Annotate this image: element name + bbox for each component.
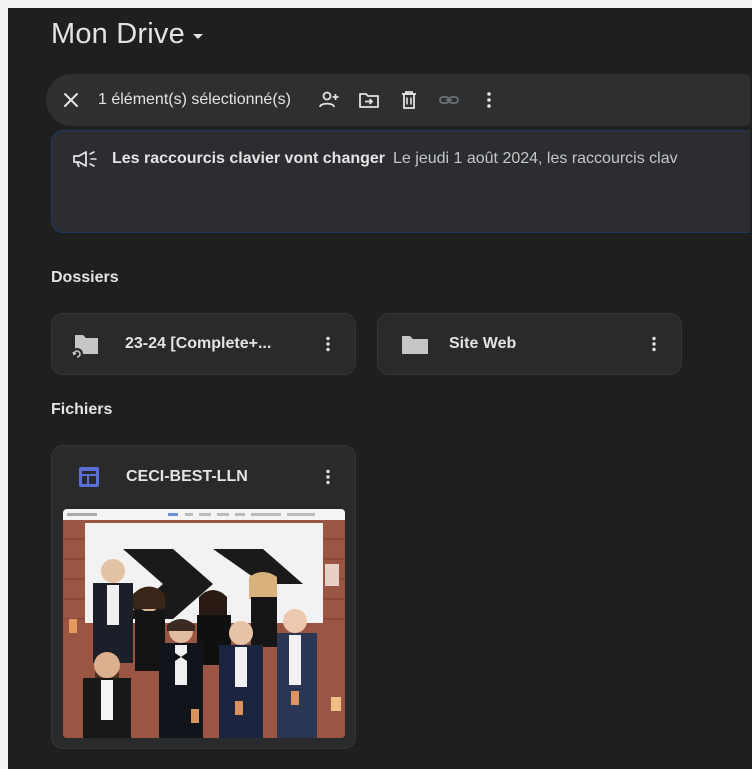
file-more-button[interactable] [313, 462, 343, 492]
selection-count: 1 élément(s) sélectionné(s) [98, 91, 291, 108]
group-photo-thumbnail [63, 509, 345, 738]
delete-button[interactable] [389, 80, 429, 120]
more-vert-icon [326, 469, 330, 485]
file-name: CECI-BEST-LLN [126, 468, 248, 485]
more-vert-icon [326, 336, 330, 352]
file-card-header: CECI-BEST-LLN [52, 446, 355, 508]
link-icon [439, 96, 459, 104]
close-icon [64, 93, 78, 107]
more-vert-icon [487, 92, 491, 108]
clear-selection-button[interactable] [51, 80, 91, 120]
window-left-edge [0, 8, 8, 769]
page-title: Mon Drive [51, 17, 185, 50]
selection-toolbar: 1 élément(s) sélectionné(s) [46, 74, 752, 126]
folder-more-button[interactable] [313, 329, 343, 359]
folder-name: Site Web [449, 335, 517, 352]
caret-down-icon [192, 33, 203, 39]
window-top-edge [0, 0, 752, 8]
trash-icon [401, 91, 416, 109]
banner-body: Le jeudi 1 août 2024, les raccourcis cla… [393, 150, 678, 167]
move-button[interactable] [349, 80, 389, 120]
folder-more-button[interactable] [639, 329, 669, 359]
files-section-label: Fichiers [51, 401, 113, 418]
folder-name: 23-24 [Complete+... [125, 335, 272, 352]
more-vert-icon [652, 336, 656, 352]
folders-section-label: Dossiers [51, 269, 119, 286]
file-card[interactable]: CECI-BEST-LLN [51, 445, 356, 749]
announcement-icon [73, 151, 97, 168]
folder-card[interactable]: Site Web [377, 313, 682, 375]
shared-folder-icon [71, 335, 98, 360]
person-add-icon [319, 91, 339, 108]
google-sites-icon [79, 467, 99, 487]
file-thumbnail [63, 509, 345, 738]
more-actions-button[interactable] [469, 80, 509, 120]
banner-title: Les raccourcis clavier vont changer [112, 150, 386, 167]
share-button[interactable] [309, 80, 349, 120]
page-title-dropdown[interactable]: Mon Drive [51, 14, 203, 54]
copy-link-button[interactable] [429, 80, 469, 120]
drive-main-area: Mon Drive 1 élément(s) sélectionné(s) Le… [8, 8, 752, 769]
keyboard-shortcuts-banner: Les raccourcis clavier vont changer Le j… [51, 130, 752, 233]
folder-icon [402, 336, 428, 354]
move-to-folder-icon [359, 93, 379, 108]
folder-card[interactable]: 23-24 [Complete+... [51, 313, 356, 375]
